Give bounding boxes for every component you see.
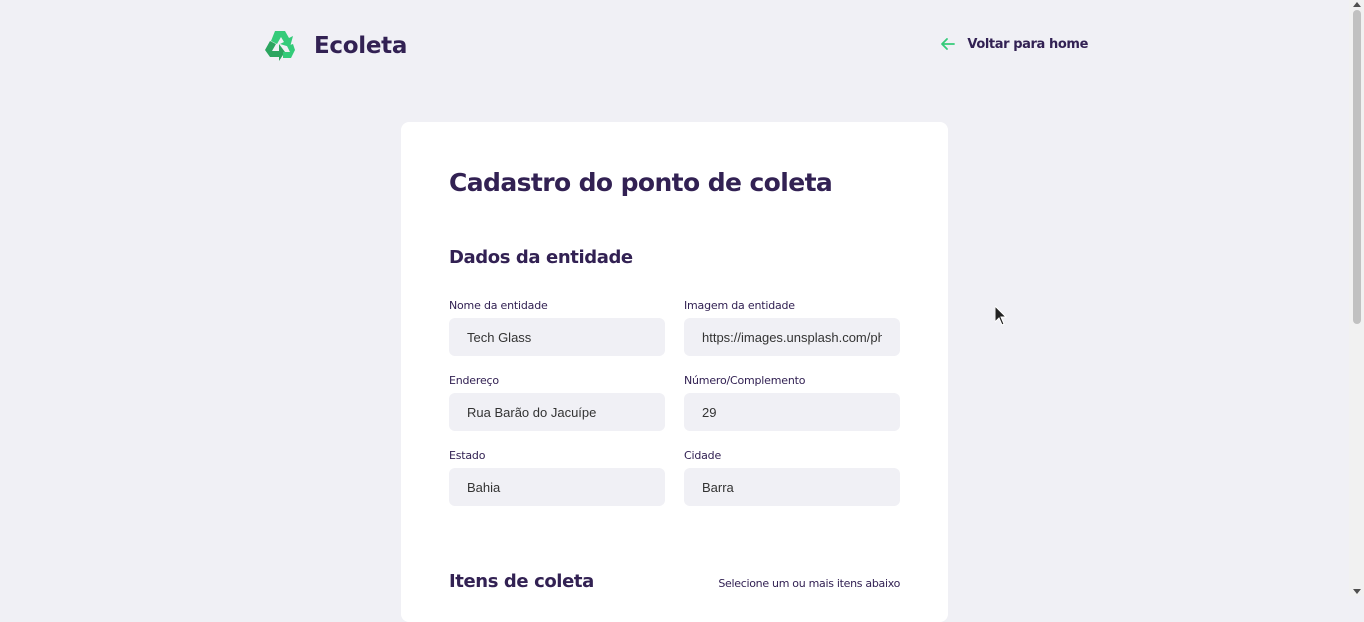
scroll-thumb[interactable] [1353, 10, 1361, 324]
back-to-home-link[interactable]: Voltar para home [940, 36, 1088, 52]
name-input[interactable] [449, 318, 665, 356]
city-label: Cidade [684, 449, 722, 462]
items-section-title: Itens de coleta [449, 571, 594, 592]
image-field-group: Imagem da entidade [684, 299, 900, 356]
items-hint: Selecione um ou mais itens abaixo [718, 577, 900, 590]
arrow-left-icon [941, 38, 956, 50]
number-label: Número/Complemento [684, 374, 806, 387]
logo-text: Ecoleta [314, 33, 408, 59]
number-field-group: Número/Complemento [684, 374, 900, 431]
page-scrollbar[interactable] [1349, 0, 1364, 596]
scroll-down-icon[interactable] [1353, 589, 1361, 594]
address-field-group: Endereço [449, 374, 665, 431]
city-field-group: Cidade [684, 449, 900, 506]
scroll-up-icon[interactable] [1353, 2, 1361, 7]
mouse-cursor-icon [995, 306, 1007, 326]
header: Ecoleta Voltar para home [262, 28, 1088, 64]
state-label: Estado [449, 449, 486, 462]
image-url-input[interactable] [684, 318, 900, 356]
number-input[interactable] [684, 393, 900, 431]
page-title: Cadastro do ponto de coleta [449, 168, 833, 197]
address-label: Endereço [449, 374, 499, 387]
city-input[interactable] [684, 468, 900, 506]
back-link-label: Voltar para home [967, 36, 1088, 52]
logo[interactable]: Ecoleta [262, 28, 407, 64]
entity-section-title: Dados da entidade [449, 247, 633, 268]
image-label: Imagem da entidade [684, 299, 795, 312]
state-input[interactable] [449, 468, 665, 506]
state-field-group: Estado [449, 449, 665, 506]
name-field-group: Nome da entidade [449, 299, 665, 356]
registration-form: Cadastro do ponto de coleta Dados da ent… [401, 122, 948, 622]
recycle-icon [265, 31, 295, 61]
name-label: Nome da entidade [449, 299, 548, 312]
address-input[interactable] [449, 393, 665, 431]
